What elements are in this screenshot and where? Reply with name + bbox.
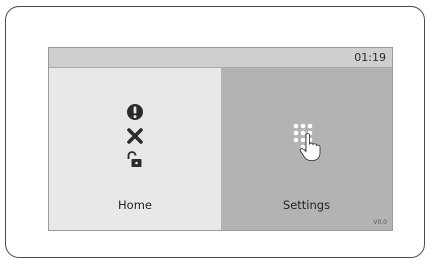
unlock-icon [125,150,145,170]
keypad-touch-icon [291,121,327,163]
version-label: V0.0 [373,219,387,226]
device-frame: 01:19 Home Settings V0.0 [5,6,425,258]
home-label: Home [118,198,152,212]
settings-label: Settings [282,198,331,212]
alert-icon [125,102,145,122]
display-screen: 01:19 Home Settings V0.0 [48,47,393,231]
close-icon [125,126,145,146]
clock: 01:19 [354,51,386,64]
home-tile[interactable]: Home [49,68,221,230]
status-bar: 01:19 [49,48,392,68]
settings-tile[interactable]: Settings V0.0 [221,68,392,230]
